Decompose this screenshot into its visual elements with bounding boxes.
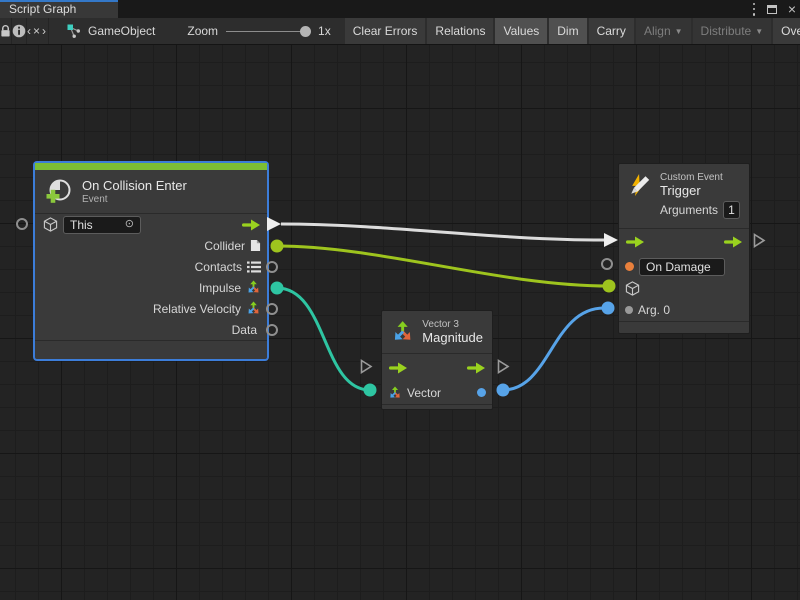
target-row xyxy=(619,278,749,299)
gameobject-cube-icon xyxy=(43,217,58,232)
carry-toggle[interactable]: Carry xyxy=(589,18,636,44)
flow-arrow-icon xyxy=(625,236,645,248)
node-title: Magnitude xyxy=(422,330,483,345)
node-title: Trigger xyxy=(660,183,740,198)
port-data-output[interactable] xyxy=(266,324,278,336)
zoom-slider[interactable] xyxy=(226,18,310,45)
event-color-bar xyxy=(35,163,267,170)
port-relative-velocity-output[interactable] xyxy=(266,303,278,315)
close-icon[interactable]: × xyxy=(788,2,796,16)
tab-script-graph[interactable]: Script Graph xyxy=(0,0,118,18)
graph-owner-label: GameObject xyxy=(88,24,155,38)
flow-arrow-icon xyxy=(241,219,261,231)
flow-arrow-icon xyxy=(723,236,743,248)
port-this-input[interactable] xyxy=(16,218,28,230)
vector3-icon xyxy=(246,301,261,316)
overview-button[interactable]: Overv xyxy=(773,18,800,44)
target-object-field[interactable]: This ⊙ xyxy=(63,216,141,234)
values-toggle[interactable]: Values xyxy=(495,18,549,44)
code-view-button[interactable]: ‹×› xyxy=(27,18,49,44)
code-icon: ‹×› xyxy=(27,24,48,38)
vector3-icon xyxy=(246,280,261,295)
clear-errors-button[interactable]: Clear Errors xyxy=(345,18,428,44)
node-trigger-custom-event[interactable]: Custom Event Trigger Arguments 1 xyxy=(618,163,750,334)
event-name-field[interactable]: On Damage xyxy=(639,258,725,276)
output-row-contacts: Contacts xyxy=(35,256,267,277)
zoom-slider-handle[interactable] xyxy=(300,26,311,37)
flow-arrow-icon xyxy=(388,362,408,374)
output-row-data: Data xyxy=(35,319,267,340)
port-contacts-output[interactable] xyxy=(266,261,278,273)
tab-label: Script Graph xyxy=(9,2,76,16)
port-magnitude-flow-input[interactable] xyxy=(360,359,373,374)
relations-button[interactable]: Relations xyxy=(427,18,495,44)
align-dropdown[interactable]: Align ▼ xyxy=(636,18,693,44)
node-magnitude[interactable]: Vector 3 Magnitude Vector xyxy=(381,310,493,410)
kebab-menu-icon[interactable] xyxy=(753,3,756,16)
port-magnitude-flow-output[interactable] xyxy=(497,359,510,374)
output-row-collider: Collider xyxy=(35,235,267,256)
distribute-dropdown[interactable]: Distribute ▼ xyxy=(693,18,774,44)
event-name-row: On Damage xyxy=(619,255,749,278)
chevron-down-icon: ▼ xyxy=(755,27,763,36)
vector3-icon xyxy=(391,320,414,344)
info-button[interactable] xyxy=(12,18,27,44)
generic-input-type-dot xyxy=(625,306,633,314)
node-type-label: Vector 3 xyxy=(422,319,483,330)
port-event-name-input[interactable] xyxy=(601,258,613,270)
port-trigger-flow-output[interactable] xyxy=(753,233,766,248)
string-input-type-dot xyxy=(625,262,634,271)
tab-bar: Script Graph × xyxy=(0,0,800,18)
output-row-impulse: Impulse xyxy=(35,277,267,298)
maximize-icon[interactable] xyxy=(767,5,777,14)
graph-toolbar: ‹×› GameObject Zoom 1x Clear Errors Rela xyxy=(0,18,800,45)
lock-button[interactable] xyxy=(0,18,12,44)
argument-row: Arg. 0 xyxy=(619,299,749,321)
flow-arrow-icon xyxy=(466,362,486,374)
custom-event-icon xyxy=(628,172,652,198)
arguments-label: Arguments xyxy=(660,203,718,217)
float-output-type-dot xyxy=(477,388,486,397)
output-row-relative-velocity: Relative Velocity xyxy=(35,298,267,319)
node-footer xyxy=(382,404,492,411)
zoom-label: Zoom xyxy=(187,24,218,38)
chevron-down-icon: ▼ xyxy=(675,27,683,36)
node-title: On Collision Enter xyxy=(82,178,187,193)
zoom-slider-track xyxy=(226,31,310,33)
collider-document-icon xyxy=(250,239,261,252)
object-picker-icon[interactable]: ⊙ xyxy=(125,219,134,230)
node-on-collision-enter[interactable]: On Collision Enter Event This ⊙ Collider xyxy=(35,163,267,359)
info-icon xyxy=(12,24,26,38)
arguments-count-field[interactable]: 1 xyxy=(723,201,740,219)
lock-icon xyxy=(0,24,11,38)
node-subtitle: Event xyxy=(82,194,187,205)
vector3-icon xyxy=(388,386,402,400)
graph-owner-chip[interactable]: GameObject xyxy=(49,18,165,44)
gameobject-cube-icon xyxy=(625,281,640,296)
dim-toggle[interactable]: Dim xyxy=(549,18,588,44)
node-type-label: Custom Event xyxy=(660,172,740,183)
node-footer xyxy=(35,340,267,359)
collision-event-icon xyxy=(44,178,74,206)
input-row-vector: Vector xyxy=(382,381,492,404)
node-footer xyxy=(619,321,749,335)
contacts-list-icon xyxy=(247,261,261,273)
graph-owner-icon xyxy=(67,24,82,39)
script-graph-window: Script Graph × ‹×› xyxy=(0,0,800,600)
zoom-value: 1x xyxy=(318,24,331,38)
